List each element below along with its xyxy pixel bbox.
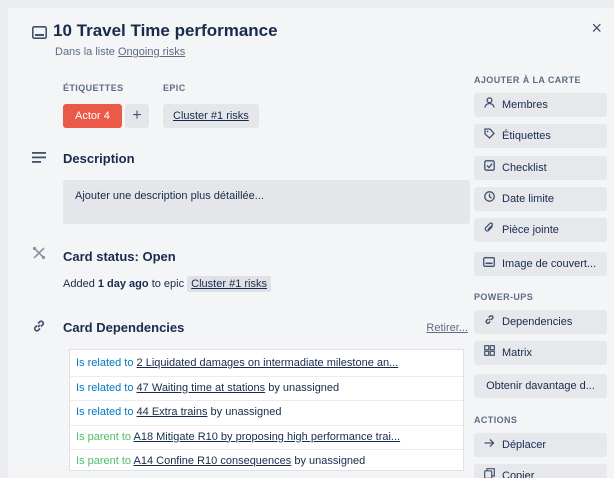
attachment-button[interactable]: Pièce jointe xyxy=(474,218,607,242)
list-link[interactable]: Ongoing risks xyxy=(118,46,185,58)
dependency-assignee: by unassigned xyxy=(268,381,340,394)
dependencies-list: Is related to 2 Liquidated damages on in… xyxy=(69,349,464,471)
close-icon[interactable]: × xyxy=(591,19,602,37)
card-title[interactable]: 10 Travel Time performance xyxy=(53,21,278,41)
move-label: Déplacer xyxy=(502,439,547,451)
card-detail-modal: 10 Travel Time performance Dans la liste… xyxy=(8,8,614,478)
dependency-assignee: by unassigned xyxy=(210,406,282,418)
actions-label: ACTIONS xyxy=(474,415,518,425)
due-date-button[interactable]: Date limite xyxy=(474,187,607,211)
checklist-icon xyxy=(482,156,496,180)
members-button[interactable]: Membres xyxy=(474,93,607,117)
link-icon xyxy=(30,317,48,335)
dependency-card-link[interactable]: A18 Mitigate R10 by proposing high perfo… xyxy=(134,431,401,443)
tag-icon xyxy=(482,124,496,148)
attachment-label: Pièce jointe xyxy=(502,224,559,236)
grid-icon xyxy=(482,341,496,365)
labels-section-label: ÉTIQUETTES xyxy=(63,83,124,93)
dependencies-button-label: Dependencies xyxy=(502,316,573,328)
remove-dependencies-link[interactable]: Retirer... xyxy=(426,322,468,334)
dependency-assignee: by unassigned xyxy=(294,455,366,467)
add-label-button[interactable]: + xyxy=(125,104,149,128)
labels-button[interactable]: Étiquettes xyxy=(474,124,607,148)
dependency-row: Is parent to A18 Mitigate R10 by proposi… xyxy=(70,426,463,450)
copy-label: Copier xyxy=(502,470,535,478)
dependency-row: Is parent to A14 Confine R10 consequence… xyxy=(70,450,463,474)
dependency-relation: Is parent to xyxy=(76,430,132,443)
matrix-label: Matrix xyxy=(502,347,532,359)
checklist-button[interactable]: Checklist xyxy=(474,156,607,180)
status-middle: to epic xyxy=(151,278,185,290)
card-status-line: Added 1 day ago to epic Cluster #1 risks xyxy=(63,276,271,292)
status-epic-link[interactable]: Cluster #1 risks xyxy=(187,276,271,292)
copy-icon xyxy=(482,464,496,478)
status-prefix: Added xyxy=(63,278,95,290)
dependencies-button[interactable]: Dependencies xyxy=(474,310,607,334)
paperclip-icon xyxy=(482,218,496,242)
dependency-relation: Is related to xyxy=(76,381,134,394)
status-age: 1 day ago xyxy=(97,278,149,290)
matrix-button[interactable]: Matrix xyxy=(474,341,607,365)
label-chip-actor-4[interactable]: Actor 4 xyxy=(63,104,122,128)
dependency-relation: Is related to xyxy=(76,357,134,369)
cover-image-icon xyxy=(482,252,496,276)
epic-section-label: EPIC xyxy=(163,83,186,93)
link-icon xyxy=(482,310,496,334)
dependency-card-link[interactable]: 2 Liquidated damages on intermadiate mil… xyxy=(137,357,399,369)
arrow-right-icon xyxy=(482,433,496,457)
card-status-icon xyxy=(30,244,48,262)
dependencies-heading: Card Dependencies xyxy=(63,320,185,335)
members-label: Membres xyxy=(502,99,548,111)
move-button[interactable]: Déplacer xyxy=(474,433,607,457)
card-status-heading: Card status: Open xyxy=(63,249,176,264)
description-heading: Description xyxy=(63,151,135,166)
list-info: Dans la liste Ongoing risks xyxy=(55,46,185,58)
get-more-powerups-button[interactable]: Obtenir davantage d... xyxy=(474,374,607,398)
powerups-label: POWER-UPS xyxy=(474,292,534,302)
epic-chip[interactable]: Cluster #1 risks xyxy=(163,104,259,128)
add-to-card-label: AJOUTER À LA CARTE xyxy=(474,75,581,85)
list-prefix: Dans la liste xyxy=(55,46,115,58)
dependency-card-link[interactable]: 47 Waiting time at stations xyxy=(137,382,266,394)
due-date-label: Date limite xyxy=(502,193,554,205)
labels-button-label: Étiquettes xyxy=(502,130,551,142)
cover-image-button[interactable]: Image de couvert... xyxy=(474,252,607,276)
person-icon xyxy=(482,93,496,117)
dependency-card-link[interactable]: A14 Confine R10 consequences xyxy=(134,455,292,467)
clock-icon xyxy=(482,187,496,211)
dependency-row: Is related to 44 Extra trains by unassig… xyxy=(70,401,463,426)
dependency-relation: Is parent to xyxy=(76,455,132,467)
dependency-relation: Is related to xyxy=(76,406,134,418)
dependency-row: Is related to 2 Liquidated damages on in… xyxy=(70,352,463,377)
checklist-label: Checklist xyxy=(502,162,547,174)
description-input[interactable]: Ajouter une description plus détaillée..… xyxy=(63,180,470,224)
description-icon xyxy=(30,148,48,166)
cover-image-label: Image de couvert... xyxy=(502,258,597,270)
copy-button[interactable]: Copier xyxy=(474,464,607,478)
dependency-row: Is related to 47 Waiting time at station… xyxy=(70,377,463,401)
dependency-card-link[interactable]: 44 Extra trains xyxy=(137,406,208,418)
card-icon xyxy=(30,23,48,41)
